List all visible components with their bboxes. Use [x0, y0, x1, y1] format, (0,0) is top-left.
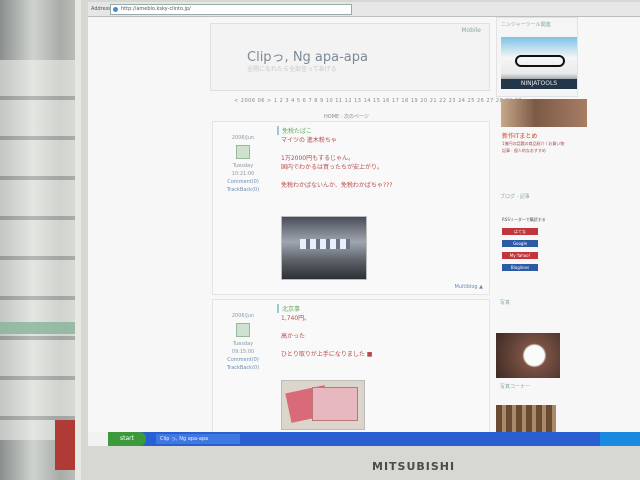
taskbar: start Clip っ, Ng apa-apa [108, 432, 640, 446]
post-photo[interactable] [281, 216, 367, 280]
sidebar: ニンジャーツール関連 NINJATOOLS 新作ITまとめ 1億円の話題の商品紹… [496, 17, 587, 440]
sidebar-title: ニンジャーツール関連 [501, 22, 551, 28]
post-day: Tuesday [232, 163, 254, 169]
feed-button[interactable]: Bloglines [502, 264, 538, 271]
post-time: 09:15:00 [231, 349, 255, 355]
blog-title[interactable]: Clipっ, Ng apa-apa [247, 46, 368, 65]
blog-post: 免税たばこ 2006/Jun Tuesday 10:21:00 Comment(… [212, 121, 490, 295]
sidebar-ad-text[interactable]: 新作ITまとめ 1億円の話題の商品紹介 / お買い物 記事 · 個人的なおすすめ [502, 133, 564, 154]
sidebar-ad-photo[interactable] [501, 99, 587, 127]
window-sill [0, 322, 75, 334]
more-link[interactable]: Multiblog ▲ [455, 284, 483, 290]
photo-lights [300, 239, 350, 249]
glasses-icon [515, 55, 565, 67]
post-time: 10:21:00 [231, 171, 255, 177]
feed-button[interactable]: My Yahoo! [502, 252, 538, 259]
ad-headline: 新作ITまとめ [502, 133, 538, 140]
calendar-icon [236, 145, 250, 159]
feed-button[interactable]: Google [502, 240, 538, 247]
url-field[interactable]: http://ameblo.ksky-clinto.jp/ [110, 4, 352, 15]
blog-post: 北京事 2006/Jun Tuesday 09:15:00 Comment(0)… [212, 299, 490, 435]
blog-header: Mobile Clipっ, Ng apa-apa 全開になれたら全部言ってあげる [210, 23, 490, 91]
post-date: 2006/Jun [231, 313, 255, 319]
post-title[interactable]: 免税たばこ [277, 126, 312, 135]
calendar-icon [236, 323, 250, 337]
url-text: http://ameblo.ksky-clinto.jp/ [121, 6, 191, 12]
sidebar-photo[interactable] [496, 333, 560, 378]
blog-page: Mobile Clipっ, Ng apa-apa 全開になれたら全部言ってあげる… [88, 17, 640, 440]
post-line: 1万2000円もするじゃん。 [281, 155, 355, 162]
trackback-link[interactable]: TrackBack(0) [213, 364, 273, 372]
section-label: 写真 [500, 300, 511, 306]
monitor-brand: MITSUBISHI [372, 460, 456, 473]
globe-icon [113, 7, 118, 12]
feed-title: RSSリーダーで購読する [502, 217, 546, 222]
ninja-ad-banner[interactable]: NINJATOOLS [501, 37, 577, 89]
post-date: 2006/Jun [231, 135, 255, 141]
banknote [312, 387, 358, 421]
post-line: 1,740円。 [281, 315, 311, 322]
post-line [281, 341, 481, 350]
feed-buttons: RSSリーダーで購読する はてな Google My Yahoo! Blogli… [502, 217, 546, 276]
post-body: マイツの 進木粉ちゃ 1万2000円もするじゃん。 国内でわかるは買ったちが安上… [281, 136, 481, 190]
post-day: Tuesday [232, 341, 254, 347]
post-line: ひとり取りが上手になりました ■ [281, 351, 373, 358]
trackback-link[interactable]: TrackBack(0) [213, 186, 273, 194]
post-line: マイツの 進木粉ちゃ [281, 137, 337, 144]
system-tray [600, 432, 640, 446]
feed-button[interactable]: はてな [502, 228, 538, 235]
calendar-strip[interactable]: < 2006 06 > 1 2 3 4 5 6 7 8 9 10 11 12 1… [234, 98, 522, 104]
post-meta: 2006/Jun Tuesday 10:21:00 Comment(0) Tra… [213, 134, 273, 194]
monitor-screen: Address http://ameblo.ksky-clinto.jp/ Mo… [88, 2, 640, 446]
address-bar: Address http://ameblo.ksky-clinto.jp/ [88, 2, 640, 17]
address-label: Address [91, 6, 111, 12]
taskbar-item[interactable]: Clip っ, Ng apa-apa [156, 434, 240, 444]
window-blinds [0, 60, 80, 440]
ninja-ad-label: NINJATOOLS [501, 79, 577, 89]
post-title[interactable]: 北京事 [277, 304, 300, 313]
post-photo[interactable] [281, 380, 365, 430]
start-button[interactable]: start [108, 432, 146, 446]
post-line: 免税わかばないんか、免税わかばちゃ??? [281, 182, 393, 189]
ad-small-text: 1億円の話題の商品紹介 / お買い物 [502, 141, 565, 146]
photo-label: 写真コーナー [500, 384, 531, 390]
post-meta: 2006/Jun Tuesday 09:15:00 Comment(0) Tra… [213, 312, 273, 372]
ad-more-text: 記事 · 個人的なおすすめ [502, 148, 546, 153]
post-body: 1,740円。 高かった ひとり取りが上手になりました ■ [281, 314, 481, 359]
post-line [281, 323, 481, 332]
breadcrumb[interactable]: HOME · 次のページ [324, 113, 369, 120]
blog-subtitle: 全開になれたら全部言ってあげる [247, 66, 337, 73]
mobile-link[interactable]: Mobile [461, 27, 481, 34]
post-line [281, 145, 481, 154]
comment-link[interactable]: Comment(0) [213, 178, 273, 186]
post-line [281, 172, 481, 181]
links-title: ブログ · 記事 [500, 194, 530, 200]
post-line: 国内でわかるは買ったちが安上がり。 [281, 164, 383, 171]
comment-link[interactable]: Comment(0) [213, 356, 273, 364]
post-line: 高かった [281, 333, 306, 340]
